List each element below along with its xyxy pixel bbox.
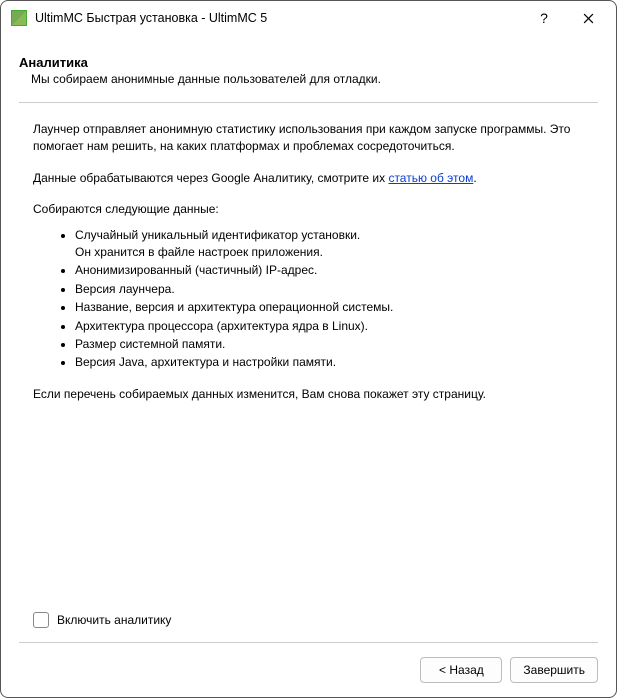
dialog-window: UltimMC Быстрая установка - UltimMC 5 ? … bbox=[0, 0, 617, 698]
section-title: Аналитика bbox=[19, 55, 598, 70]
paragraph-intro: Лаунчер отправляет анонимную статистику … bbox=[33, 121, 584, 156]
help-button[interactable]: ? bbox=[522, 3, 566, 33]
enable-analytics-checkbox[interactable] bbox=[33, 612, 49, 628]
paragraph-google: Данные обрабатываются через Google Анали… bbox=[33, 170, 584, 187]
close-icon bbox=[583, 13, 594, 24]
list-item: Анонимизированный (частичный) IP-адрес. bbox=[75, 262, 584, 279]
enable-analytics-row[interactable]: Включить аналитику bbox=[19, 612, 598, 636]
list-item: Версия лаунчера. bbox=[75, 281, 584, 298]
list-item: Архитектура процессора (архитектура ядра… bbox=[75, 318, 584, 335]
finish-button[interactable]: Завершить bbox=[510, 657, 598, 683]
list-item: Размер системной памяти. bbox=[75, 336, 584, 353]
back-button[interactable]: < Назад bbox=[420, 657, 502, 683]
enable-analytics-label: Включить аналитику bbox=[57, 613, 171, 627]
titlebar: UltimMC Быстрая установка - UltimMC 5 ? bbox=[1, 1, 616, 35]
text: . bbox=[473, 171, 476, 185]
window-title: UltimMC Быстрая установка - UltimMC 5 bbox=[35, 11, 522, 25]
collected-data-list: Случайный уникальный идентификатор устан… bbox=[33, 227, 584, 372]
content-area: Аналитика Мы собираем анонимные данные п… bbox=[1, 35, 616, 643]
list-item: Название, версия и архитектура операцион… bbox=[75, 299, 584, 316]
paragraph-list-intro: Собираются следующие данные: bbox=[33, 201, 584, 218]
analytics-article-link[interactable]: статью об этом bbox=[388, 171, 473, 185]
close-button[interactable] bbox=[566, 3, 610, 33]
list-item: Случайный уникальный идентификатор устан… bbox=[75, 227, 584, 262]
section-subtitle: Мы собираем анонимные данные пользовател… bbox=[19, 72, 598, 86]
help-icon: ? bbox=[540, 10, 548, 26]
body-text: Лаунчер отправляет анонимную статистику … bbox=[19, 103, 598, 612]
app-icon bbox=[11, 10, 27, 26]
footer: < Назад Завершить bbox=[1, 643, 616, 697]
list-item: Версия Java, архитектура и настройки пам… bbox=[75, 354, 584, 371]
text: Данные обрабатываются через Google Анали… bbox=[33, 171, 388, 185]
paragraph-outro: Если перечень собираемых данных изменитс… bbox=[33, 386, 584, 403]
